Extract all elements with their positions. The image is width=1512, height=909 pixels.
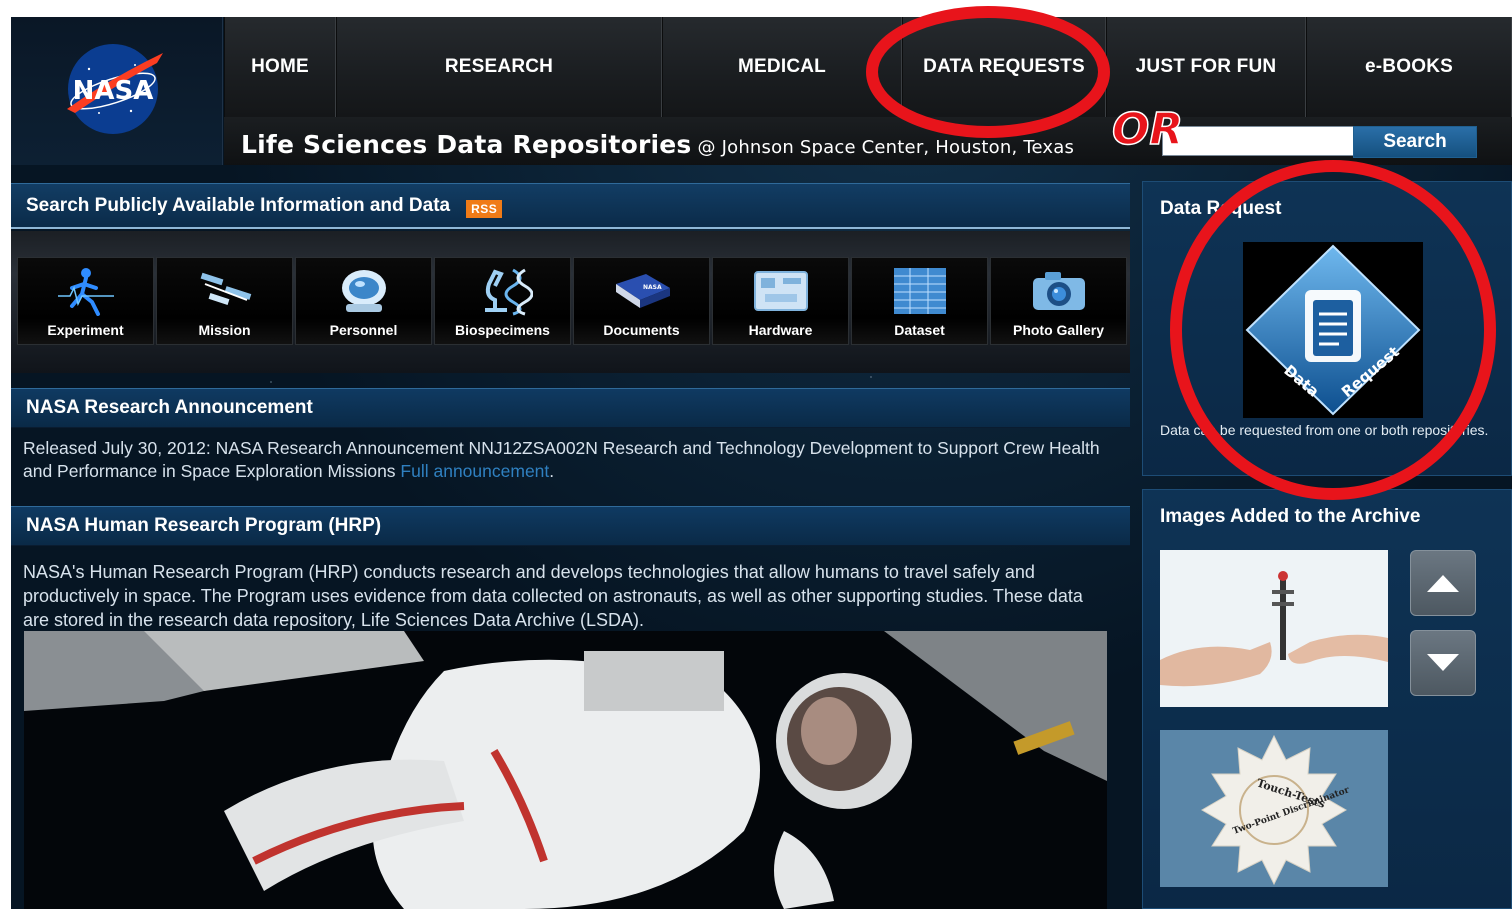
hrp-section-header: NASA Human Research Program (HRP) [11,506,1130,546]
category-tiles: Experiment Mission Personnel Biospecimen… [17,257,1130,345]
archive-thumbnail[interactable] [1160,550,1388,707]
search-input[interactable] [1162,126,1358,156]
astronaut-spacewalk-photo [24,631,1107,909]
archive-title: Images Added to the Archive [1160,506,1421,527]
search-section-header: Search Publicly Available Information an… [11,183,1130,229]
microscope-dna-icon [485,268,533,316]
scroll-up-button[interactable] [1410,550,1476,616]
page-frame: NASA HOME RESEARCH MEDICAL DATA REQUESTS… [11,17,1512,909]
spreadsheet-icon [894,268,946,314]
hrp-body: NASA's Human Research Program (HRP) cond… [23,562,1083,630]
category-label: Biospecimens [455,322,550,338]
nav-medical[interactable]: MEDICAL [662,17,902,117]
category-personnel[interactable]: Personnel [295,257,432,345]
space-station-icon [200,272,252,305]
category-label: Hardware [748,322,813,338]
book-icon: NASA [616,274,670,308]
svg-text:NASA: NASA [643,284,662,291]
logo-cell[interactable]: NASA [11,17,223,165]
category-photo-gallery[interactable]: Photo Gallery [990,257,1127,345]
category-label: Mission [198,322,251,338]
nra-body-text: Released July 30, 2012: NASA Research An… [23,438,1100,481]
data-request-panel: Data Request Data Request Data can be re… [1142,181,1512,476]
hrp-title: NASA Human Research Program (HRP) [26,515,382,536]
archive-thumbnail-touch-test[interactable]: Touch-Tests Two-Point Discriminator [1160,730,1388,887]
astronaut-helmet-icon [342,270,386,312]
data-request-title: Data Request [1160,198,1282,219]
category-label: Dataset [894,322,945,338]
category-label: Photo Gallery [1012,322,1105,338]
category-biospecimens[interactable]: Biospecimens [434,257,571,345]
main-nav: HOME RESEARCH MEDICAL DATA REQUESTS JUST… [224,17,1512,117]
arrow-up-icon [1427,575,1459,592]
nav-data-requests[interactable]: DATA REQUESTS [902,17,1106,117]
camera-icon [1033,272,1085,310]
nra-section-header: NASA Research Announcement [11,388,1130,428]
arrow-down-icon [1427,654,1459,671]
category-label: Personnel [329,322,398,338]
site-header: NASA HOME RESEARCH MEDICAL DATA REQUESTS… [11,17,1512,165]
category-hardware[interactable]: Hardware [712,257,849,345]
nra-body: Released July 30, 2012: NASA Research An… [23,437,1113,483]
search-button[interactable]: Search [1353,126,1477,158]
right-sidebar: Data Request Data Request Data can be re… [1142,181,1512,909]
nav-home[interactable]: HOME [224,17,336,117]
category-experiment[interactable]: Experiment [17,257,154,345]
nav-ebooks[interactable]: e-BOOKS [1306,17,1512,117]
category-dataset[interactable]: Dataset [851,257,988,345]
title-bar: Life Sciences Data Repositories @ Johnson… [224,117,1512,165]
category-label: Documents [603,322,680,338]
scroll-down-button[interactable] [1410,630,1476,696]
data-request-text: Data can be requested from one or both r… [1160,422,1489,438]
nav-research[interactable]: RESEARCH [336,17,662,117]
svg-text:NASA: NASA [73,76,154,106]
nra-body-tail: . [549,461,555,481]
running-figure-icon [58,268,114,316]
category-documents[interactable]: NASA Documents [573,257,710,345]
category-mission[interactable]: Mission [156,257,293,345]
archive-images-panel: Images Added to the Archive Touch-Tests … [1142,489,1512,909]
data-request-icon[interactable]: Data Request [1243,242,1423,418]
nav-just-for-fun[interactable]: JUST FOR FUN [1106,17,1306,117]
category-strip: Experiment Mission Personnel Biospecimen… [11,231,1130,373]
search-section-title: Search Publicly Available Information an… [26,194,451,216]
site-title: Life Sciences Data Repositories @ Johnson… [241,130,1074,159]
site-subtitle: @ Johnson Space Center, Houston, Texas [697,137,1075,158]
category-label: Experiment [47,322,124,338]
nasa-logo[interactable]: NASA [59,39,167,137]
circuit-board-icon [754,271,808,311]
nra-title: NASA Research Announcement [26,397,313,418]
rss-icon[interactable]: RSS [466,199,503,218]
site-title-text: Life Sciences Data Repositories [241,130,692,159]
full-announcement-link[interactable]: Full announcement [400,461,549,481]
